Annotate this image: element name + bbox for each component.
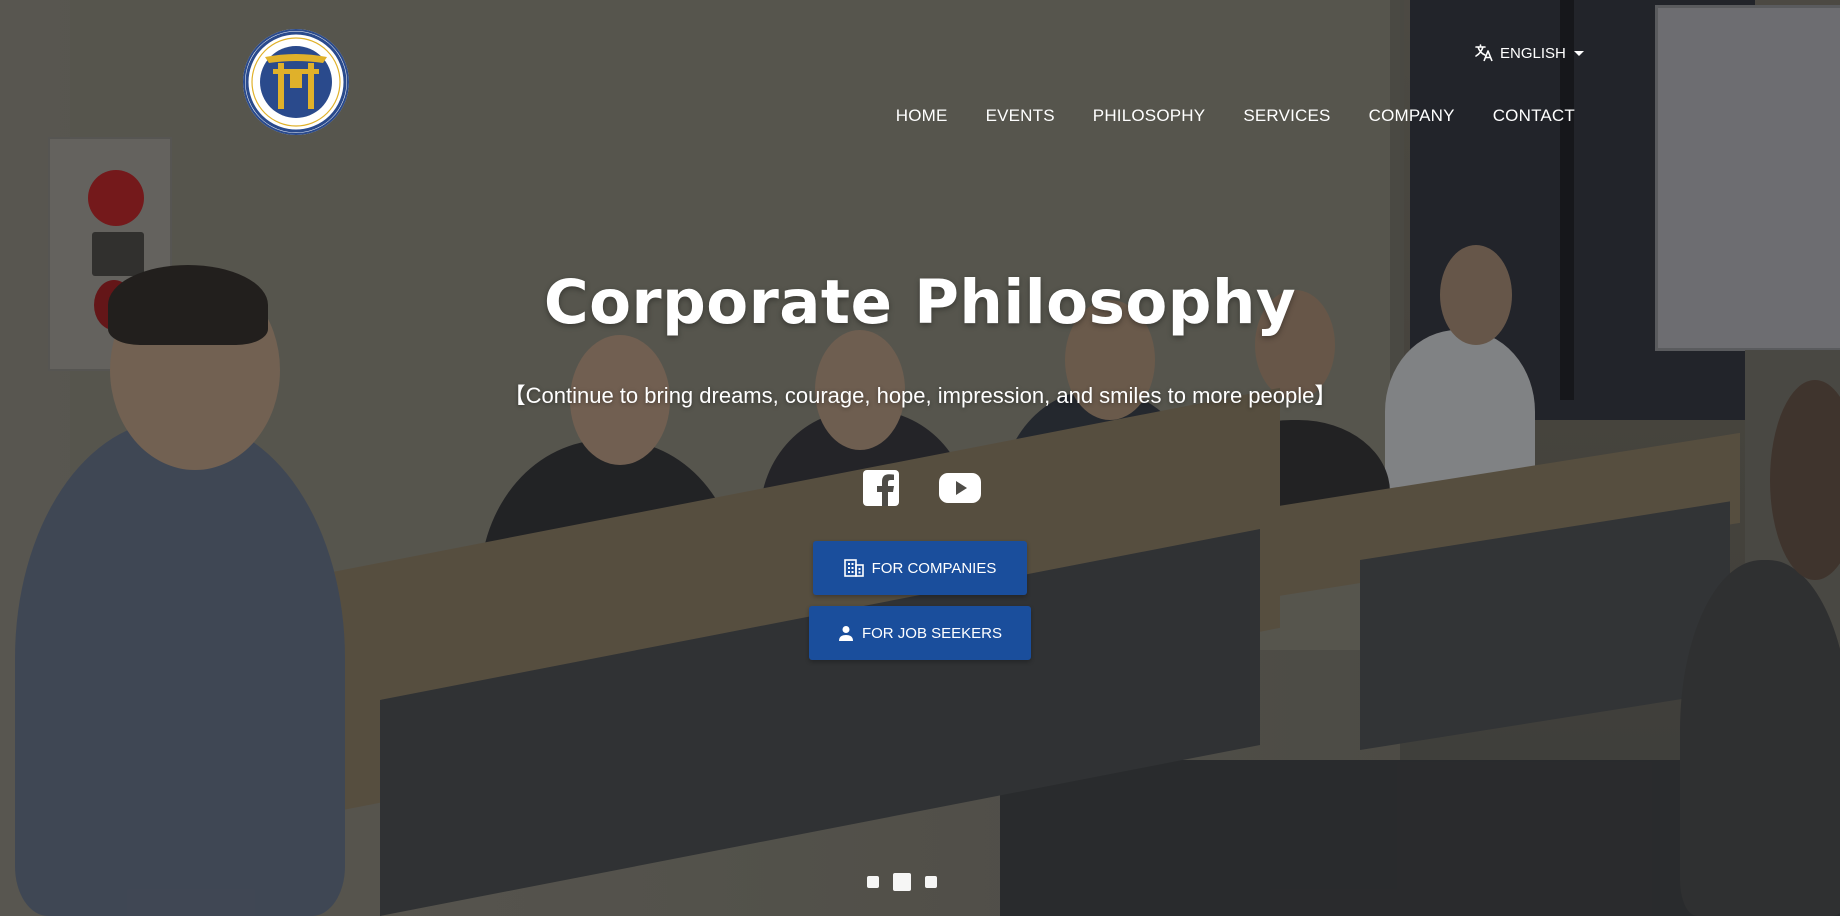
background-carpet <box>1000 760 1840 916</box>
cta-row-companies: FOR COMPANIES <box>0 541 1840 595</box>
chevron-down-icon <box>1573 50 1584 56</box>
language-label: ENGLISH <box>1500 44 1566 62</box>
nav-item-services[interactable]: SERVICES <box>1243 106 1330 126</box>
for-companies-label: FOR COMPANIES <box>871 559 997 577</box>
background-person <box>760 410 970 630</box>
page-subtitle: 【Continue to bring dreams, courage, hope… <box>503 383 1337 408</box>
background-fire-speaker <box>92 232 144 276</box>
person-icon <box>838 626 853 641</box>
nav-item-events[interactable]: EVENTS <box>986 106 1055 126</box>
hero-section: ENGLISH HOME EVENTS PHILOSOPHY SERVICES … <box>0 0 1840 916</box>
youtube-icon[interactable] <box>938 472 982 504</box>
cta-row-job-seekers: FOR JOB SEEKERS <box>0 606 1840 660</box>
logo-emblem-icon <box>245 31 347 133</box>
carousel-dot-2[interactable] <box>893 873 911 891</box>
background-fire-lamp <box>88 170 144 226</box>
background-person <box>15 420 345 916</box>
for-job-seekers-label: FOR JOB SEEKERS <box>861 624 1003 642</box>
building-icon <box>843 559 864 577</box>
for-companies-button[interactable]: FOR COMPANIES <box>813 541 1027 595</box>
nav-item-home[interactable]: HOME <box>896 106 948 126</box>
language-selector[interactable]: ENGLISH <box>1474 42 1584 64</box>
translate-icon <box>1475 44 1493 62</box>
social-links <box>862 469 982 507</box>
nav-item-company[interactable]: COMPANY <box>1369 106 1455 126</box>
carousel-dot-3[interactable] <box>925 876 937 888</box>
nav-item-philosophy[interactable]: PHILOSOPHY <box>1093 106 1206 126</box>
background-wall <box>0 0 1400 916</box>
nav-item-contact[interactable]: CONTACT <box>1493 106 1575 126</box>
carousel-indicators <box>867 873 937 891</box>
page-title: Corporate Philosophy <box>543 267 1297 338</box>
for-job-seekers-button[interactable]: FOR JOB SEEKERS <box>809 606 1031 660</box>
main-nav: HOME EVENTS PHILOSOPHY SERVICES COMPANY … <box>896 106 1575 126</box>
manabiya-logo[interactable] <box>243 29 349 135</box>
background-person <box>1385 330 1535 500</box>
facebook-icon[interactable] <box>862 469 900 507</box>
background-overlay <box>0 0 1840 916</box>
carousel-dot-1[interactable] <box>867 876 879 888</box>
background-fire-alarm <box>48 137 172 371</box>
